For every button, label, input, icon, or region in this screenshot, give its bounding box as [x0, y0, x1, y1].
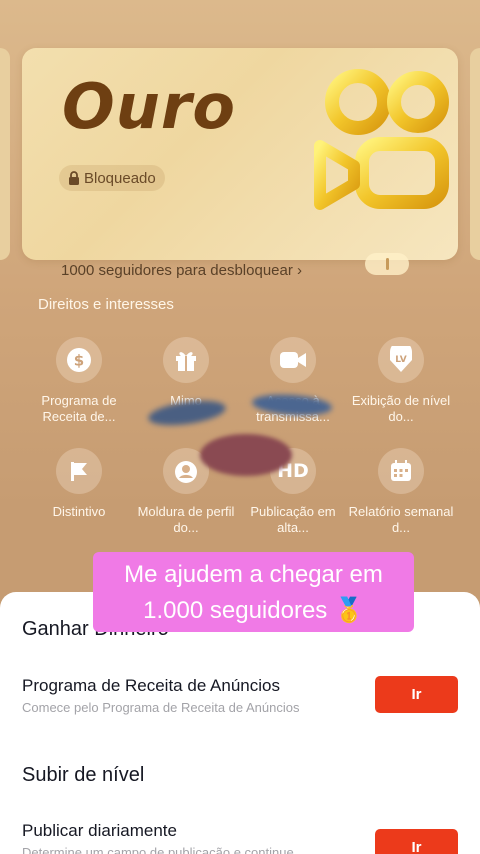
svg-text:$: $ [74, 352, 84, 370]
unlock-requirement-text: 1000 seguidores para desbloquear [61, 262, 293, 279]
caption-line-2: 1.000 seguidores 🥇 [143, 597, 364, 624]
chevron-right-icon: › [297, 262, 303, 279]
task-daily-post-title: Publicar diariamente [22, 821, 177, 840]
rights-section-title: Direitos e interesses [38, 296, 174, 313]
calendar-icon [378, 448, 424, 494]
video-caption-overlay: Me ajudem a chegar em 1.000 seguidores 🥇 [93, 552, 414, 632]
video-camera-icon [270, 337, 316, 383]
task-ad-revenue-subtitle: Comece pelo Programa de Receita de Anúnc… [22, 700, 300, 715]
lock-icon [69, 171, 79, 185]
benefit-label: Distintivo [52, 504, 106, 519]
locked-badge: Bloqueado [59, 165, 165, 191]
level-up-heading: Subir de nível [22, 764, 145, 786]
benefit-label: Programa de Receita de... [41, 393, 117, 424]
benefit-weekly-report[interactable]: Relatório semanal d... [346, 448, 456, 536]
progress-indicator [365, 253, 409, 275]
benefit-level-display[interactable]: LV Exibição de nível do... [346, 337, 456, 425]
benefit-label: Relatório semanal d... [348, 504, 454, 535]
dollar-icon: $ [56, 337, 102, 383]
svg-text:LV: LV [395, 355, 406, 365]
tier-title: Ouro [62, 70, 237, 143]
tier-card[interactable]: Ouro Bloqueado 1000 seguidores para desb… [22, 48, 458, 279]
next-card-edge[interactable] [470, 48, 480, 260]
benefit-ad-revenue[interactable]: $ Programa de Receita de... [24, 337, 134, 425]
task-ad-revenue-title: Programa de Receita de Anúncios [22, 676, 280, 695]
benefit-gift[interactable]: Mimo [131, 337, 241, 409]
benefit-label: Moldura de perfil do... [137, 504, 235, 535]
locked-label: Bloqueado [84, 169, 156, 187]
task-daily-post-subtitle: Determine um campo de publicação e conti… [22, 845, 294, 854]
ad-revenue-go-button[interactable]: Ir [375, 676, 458, 713]
benefit-badge[interactable]: Distintivo [24, 448, 134, 520]
benefit-label: Exibição de nível do... [351, 393, 451, 424]
gift-icon [163, 337, 209, 383]
caption-line-1: Me ajudem a chegar em [124, 561, 383, 588]
flag-icon [56, 448, 102, 494]
daily-post-go-button[interactable]: Ir [375, 829, 458, 854]
gold-camera-emblem-icon [314, 66, 454, 221]
level-badge-icon: LV [378, 337, 424, 383]
benefit-label: Publicação em alta... [250, 504, 336, 535]
face-filter-lips [200, 434, 292, 476]
prev-card-edge[interactable] [0, 48, 10, 260]
unlock-requirement-link[interactable]: 1000 seguidores para desbloquear › [61, 262, 302, 279]
